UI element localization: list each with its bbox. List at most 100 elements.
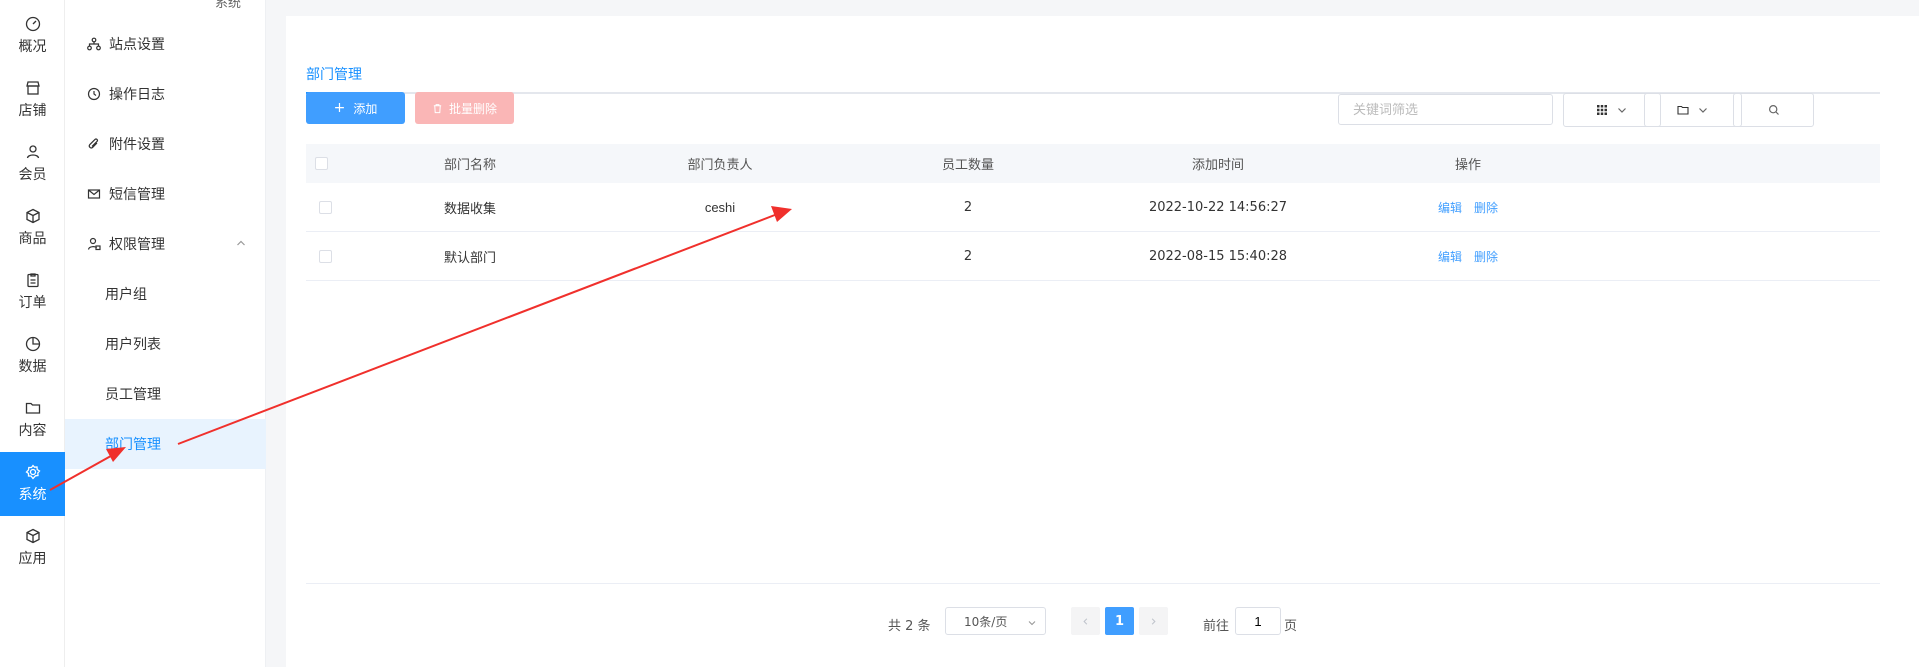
table-row: 默认部门 2 2022-08-15 15:40:28 编辑 删除 bbox=[306, 232, 1880, 281]
sub-sidebar: 系统 站点设置 操作日志 附件设置 短信管理 权限管理 用户组 用户列表 员工管… bbox=[65, 0, 266, 667]
cell-time: 2022-10-22 14:56:27 bbox=[1148, 199, 1288, 215]
row-checkbox-cell[interactable] bbox=[318, 183, 332, 231]
rail-label: 商品 bbox=[18, 231, 47, 247]
row-checkbox[interactable] bbox=[318, 249, 332, 263]
tab-department[interactable]: 部门管理 bbox=[306, 64, 362, 94]
trash-icon bbox=[433, 103, 442, 113]
table-row: 数据收集 ceshi 2 2022-10-22 14:56:27 编辑 删除 bbox=[306, 183, 1880, 232]
sidebar-item-operation-log[interactable]: 操作日志 bbox=[65, 69, 266, 119]
goto-page-input[interactable] bbox=[1235, 607, 1281, 635]
user-icon bbox=[26, 145, 39, 159]
chevron-left-icon bbox=[1083, 617, 1088, 625]
edit-link[interactable]: 编辑 bbox=[1438, 199, 1462, 216]
sidebar-item-label: 权限管理 bbox=[109, 237, 165, 253]
cell-count: 2 bbox=[963, 248, 973, 264]
sidebar-item-label: 短信管理 bbox=[109, 187, 165, 203]
sidebar-item-label: 部门管理 bbox=[105, 437, 161, 453]
pie-chart-icon bbox=[25, 336, 40, 352]
department-table: 部门名称 部门负责人 员工数量 添加时间 操作 数据收集 ceshi 2 202… bbox=[306, 144, 1880, 281]
col-header-count: 员工数量 bbox=[941, 158, 994, 173]
delete-link[interactable]: 删除 bbox=[1474, 248, 1498, 265]
rail-item-order[interactable]: 订单 bbox=[0, 260, 65, 324]
edit-link[interactable]: 编辑 bbox=[1438, 248, 1462, 265]
sidebar-item-department[interactable]: 部门管理 bbox=[65, 419, 266, 469]
subnav-header: 系统 bbox=[215, 0, 242, 11]
goto-label: 前往 bbox=[1203, 619, 1230, 634]
rail-item-overview[interactable]: 概况 bbox=[0, 4, 65, 68]
chevron-down-icon bbox=[1028, 621, 1036, 626]
page-size-select[interactable]: 10条/页 bbox=[945, 607, 1046, 635]
cell-count: 2 bbox=[963, 199, 973, 215]
clipboard-icon bbox=[26, 273, 39, 288]
col-header-ops: 操作 bbox=[1454, 158, 1481, 173]
dashboard-icon bbox=[25, 16, 40, 32]
rail-label: 店铺 bbox=[18, 103, 47, 119]
search-button[interactable] bbox=[1733, 93, 1814, 127]
next-page-button[interactable] bbox=[1139, 607, 1168, 635]
col-header-name: 部门名称 bbox=[443, 158, 496, 173]
cell-ops: 编辑 删除 bbox=[1374, 232, 1562, 280]
cell-name: 数据收集 bbox=[443, 201, 496, 217]
page-number-button[interactable]: 1 bbox=[1105, 607, 1134, 635]
paperclip-icon bbox=[88, 138, 98, 149]
select-all-checkbox[interactable] bbox=[314, 157, 328, 170]
rail-item-system[interactable]: 系统 bbox=[0, 452, 65, 516]
rail-item-apps[interactable]: 应用 bbox=[0, 516, 65, 580]
sidebar-item-user-group[interactable]: 用户组 bbox=[65, 269, 266, 319]
sidebar-item-label: 操作日志 bbox=[109, 87, 165, 103]
folder-icon bbox=[1677, 105, 1689, 115]
select-all-checkbox-cell[interactable] bbox=[314, 144, 328, 183]
prev-page-button[interactable] bbox=[1071, 607, 1100, 635]
row-checkbox-cell[interactable] bbox=[318, 232, 332, 280]
sidebar-item-site-settings[interactable]: 站点设置 bbox=[65, 19, 266, 69]
sidebar-item-sms[interactable]: 短信管理 bbox=[65, 169, 266, 219]
chevron-right-icon bbox=[1151, 617, 1156, 625]
rail-item-data[interactable]: 数据 bbox=[0, 324, 65, 388]
add-button[interactable]: + 添加 bbox=[306, 92, 405, 124]
pagination: 共 2 条 10条/页 1 前往 页 bbox=[286, 607, 1919, 637]
add-button-label: 添加 bbox=[353, 101, 378, 116]
export-button[interactable] bbox=[1644, 93, 1742, 127]
rail-label: 内容 bbox=[18, 423, 47, 439]
cell-time: 2022-08-15 15:40:28 bbox=[1148, 248, 1288, 264]
chevron-down-icon bbox=[1699, 108, 1707, 113]
sidebar-item-attachment[interactable]: 附件设置 bbox=[65, 119, 266, 169]
batch-delete-button[interactable]: 批量删除 bbox=[415, 92, 514, 124]
tab-bar: 部门管理 bbox=[306, 38, 1880, 94]
table-bottom-divider bbox=[306, 583, 1880, 584]
sidebar-item-label: 附件设置 bbox=[109, 137, 165, 153]
icon-rail: 概况 店铺 会员 商品 订单 数据 内容 系统 应用 bbox=[0, 0, 65, 667]
shop-icon bbox=[25, 81, 40, 95]
rail-item-goods[interactable]: 商品 bbox=[0, 196, 65, 260]
folder-icon bbox=[25, 402, 40, 414]
batch-delete-label: 批量删除 bbox=[448, 101, 497, 116]
gear-icon bbox=[25, 464, 40, 480]
rail-label: 概况 bbox=[18, 39, 47, 55]
main-panel: 部门管理 + 添加 批量删除 部门名称 部门负责人 员工数量 添加时间 操作 数… bbox=[286, 16, 1919, 667]
chevron-up-icon[interactable] bbox=[236, 238, 246, 248]
sidebar-item-user-list[interactable]: 用户列表 bbox=[65, 319, 266, 369]
sidebar-item-label: 用户列表 bbox=[105, 337, 161, 353]
table-header: 部门名称 部门负责人 员工数量 添加时间 操作 bbox=[306, 144, 1880, 183]
plus-icon: + bbox=[333, 100, 346, 116]
rail-label: 数据 bbox=[18, 359, 47, 375]
row-checkbox[interactable] bbox=[318, 200, 332, 214]
rail-label: 订单 bbox=[18, 295, 47, 311]
goto-unit-label: 页 bbox=[1284, 619, 1298, 634]
rail-item-shop[interactable]: 店铺 bbox=[0, 68, 65, 132]
pagination-total: 共 2 条 bbox=[888, 619, 931, 634]
sidebar-item-permissions[interactable]: 权限管理 bbox=[65, 219, 266, 269]
rail-item-member[interactable]: 会员 bbox=[0, 132, 65, 196]
rail-item-content[interactable]: 内容 bbox=[0, 388, 65, 452]
cell-leader bbox=[626, 232, 814, 280]
keyword-filter-input[interactable] bbox=[1338, 94, 1553, 125]
grid-icon bbox=[1597, 105, 1607, 115]
cell-ops: 编辑 删除 bbox=[1374, 183, 1562, 231]
chevron-down-icon bbox=[1618, 108, 1626, 113]
sitemap-icon bbox=[87, 37, 101, 51]
col-header-leader: 部门负责人 bbox=[687, 158, 753, 173]
delete-link[interactable]: 删除 bbox=[1474, 199, 1498, 216]
cell-name: 默认部门 bbox=[443, 250, 496, 266]
user-lock-icon bbox=[87, 237, 101, 251]
sidebar-item-staff[interactable]: 员工管理 bbox=[65, 369, 266, 419]
